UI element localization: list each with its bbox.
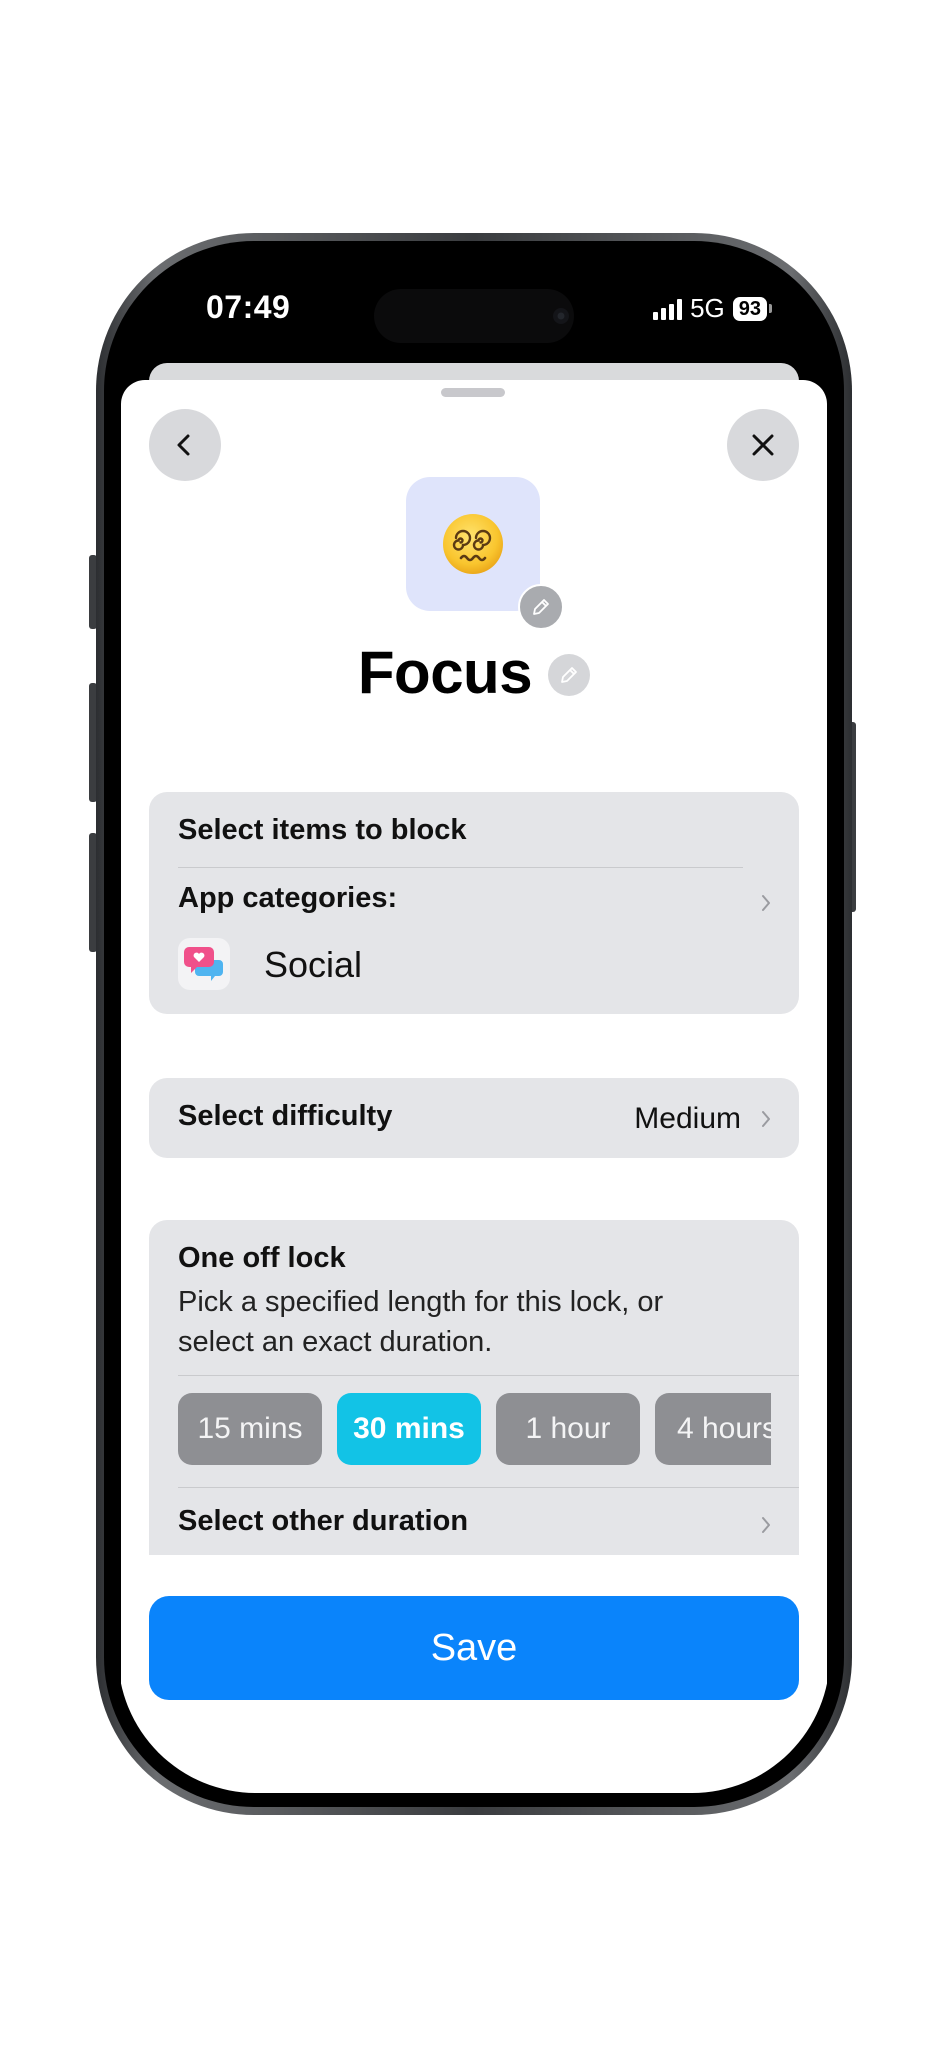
edit-emoji-button[interactable] bbox=[518, 584, 564, 630]
phone-mockup: 07:49 5G 93 Focus Select items to block … bbox=[0, 0, 947, 2048]
social-chat-heart-icon bbox=[184, 947, 223, 981]
duration-chip-row[interactable]: 15 mins 30 mins 1 hour 4 hours bbox=[178, 1393, 771, 1467]
focus-emoji-button[interactable] bbox=[406, 477, 540, 611]
other-duration-label: Select other duration bbox=[178, 1505, 469, 1537]
close-button[interactable] bbox=[727, 409, 799, 481]
dizzy-face-emoji-icon bbox=[443, 514, 503, 574]
one-off-lock-card: One off lock Pick a specified length for… bbox=[149, 1220, 799, 1555]
status-indicators: 5G 93 bbox=[653, 293, 772, 324]
battery-level: 93 bbox=[732, 296, 767, 321]
dynamic-island bbox=[374, 289, 574, 343]
block-items-heading: Select items to block bbox=[178, 814, 467, 846]
chevron-right-icon bbox=[762, 1111, 770, 1127]
status-time: 07:49 bbox=[206, 289, 291, 325]
cellular-signal-icon bbox=[653, 298, 683, 320]
divider bbox=[178, 1487, 799, 1488]
one-off-lock-description: Pick a specified length for this lock, o… bbox=[178, 1286, 664, 1358]
social-category-icon bbox=[178, 938, 230, 990]
chevron-right-icon bbox=[762, 1517, 770, 1533]
chevron-left-icon bbox=[177, 434, 190, 456]
difficulty-value: Medium bbox=[634, 1102, 741, 1135]
close-icon bbox=[752, 434, 774, 456]
title-row: Focus bbox=[121, 638, 827, 707]
sheet-grabber[interactable] bbox=[441, 388, 505, 397]
save-button[interactable]: Save bbox=[149, 1596, 799, 1700]
social-category-label: Social bbox=[264, 944, 363, 985]
pencil-icon bbox=[561, 666, 577, 683]
duration-chip[interactable]: 1 hour bbox=[496, 1393, 640, 1465]
app-categories-label: App categories: bbox=[178, 882, 398, 914]
focus-edit-sheet: Focus Select items to block App categori… bbox=[121, 380, 827, 1793]
difficulty-label: Select difficulty bbox=[178, 1100, 393, 1132]
network-type: 5G bbox=[690, 293, 725, 323]
duration-chip[interactable]: 4 hours bbox=[655, 1393, 771, 1465]
block-items-card: Select items to block App categories: So… bbox=[149, 792, 799, 1014]
pencil-icon bbox=[533, 599, 549, 615]
chevron-right-icon bbox=[762, 895, 770, 911]
phone-screen: 07:49 5G 93 Focus Select items to block … bbox=[118, 255, 830, 1793]
divider bbox=[178, 867, 743, 868]
divider bbox=[178, 1375, 799, 1376]
battery-icon: 93 bbox=[732, 296, 772, 321]
edit-title-button[interactable] bbox=[548, 653, 591, 696]
front-camera-icon bbox=[553, 308, 569, 324]
select-difficulty-row[interactable]: Select difficulty Medium bbox=[149, 1078, 799, 1158]
duration-chip-selected[interactable]: 30 mins bbox=[337, 1393, 481, 1465]
page-title: Focus bbox=[357, 639, 533, 706]
duration-chip[interactable]: 15 mins bbox=[178, 1393, 322, 1465]
one-off-lock-heading: One off lock bbox=[178, 1242, 346, 1274]
back-button[interactable] bbox=[149, 409, 221, 481]
